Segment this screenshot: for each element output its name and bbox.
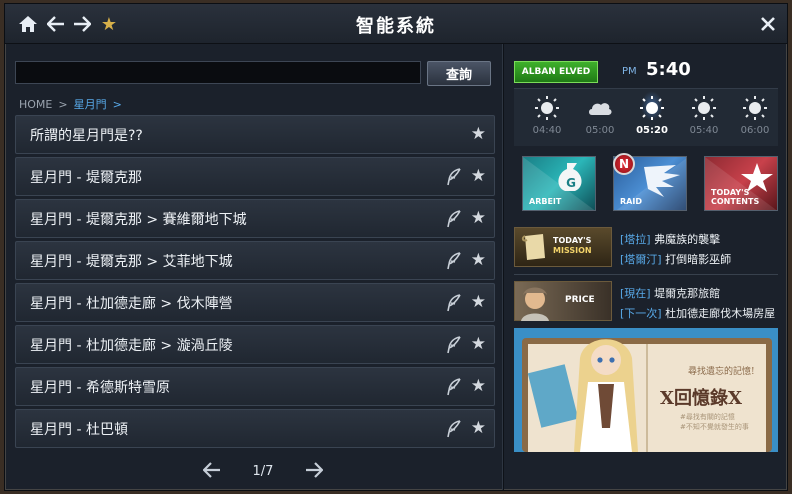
list-item-label: 星月門 - 堤爾克那 > 賽維爾地下城 <box>30 211 247 228</box>
mission-image-line2: MISSION <box>553 246 592 255</box>
price-row[interactable]: PRICE [現在] 堤爾克那旅館 [下一次] 杜加德走廊伐木場房屋 <box>514 281 778 323</box>
topic-list: 所謂的星月門是?? ★ 星月門 - 堤爾克那 ★ 星月門 - 堤爾克那 > 賽維… <box>15 115 495 451</box>
favorite-star-icon[interactable]: ★ <box>471 418 486 438</box>
weather-slot-current: 05:20 <box>627 91 677 136</box>
sun-icon <box>640 96 664 120</box>
mission-lines: [塔拉] 弗魔族的襲擊 [塔爾汀] 打倒暗影巫師 <box>620 233 732 266</box>
region-badge: ALBAN ELVED <box>514 61 598 83</box>
list-item-label: 所謂的星月門是?? <box>30 127 143 144</box>
price-image-label: PRICE <box>565 295 595 305</box>
banner-tagline: 尋找遺忘的記憶! <box>688 367 755 377</box>
list-item[interactable]: 所謂的星月門是?? ★ <box>15 115 495 154</box>
memoir-banner[interactable]: 尋找遺忘的記憶! X回憶錄X #尋找有關的記憶 #不知不覺就發生的事 <box>514 328 778 452</box>
weather-time: 05:20 <box>636 125 668 136</box>
page-indicator: 1/7 <box>252 463 274 479</box>
mission-image-line1: TODAY'S <box>553 236 592 245</box>
weather-slot: 05:00 <box>575 95 625 136</box>
search-input[interactable] <box>15 61 421 84</box>
list-item-label: 星月門 - 杜巴頓 <box>30 421 128 438</box>
arbeit-button[interactable]: G ARBEIT <box>522 156 596 211</box>
raid-new-badge: N <box>613 153 635 175</box>
merchant-portrait-icon <box>521 287 549 321</box>
breadcrumb-current[interactable]: 星月門 <box>74 96 107 112</box>
search-button[interactable]: 查詢 <box>427 61 491 86</box>
chevron-right-icon: > <box>112 97 122 111</box>
list-item[interactable]: 星月門 - 杜巴頓 ★ <box>15 409 495 448</box>
close-icon[interactable] <box>757 13 779 35</box>
arbeit-label: ARBEIT <box>529 197 562 206</box>
favorite-star-icon[interactable]: ★ <box>471 124 486 144</box>
list-item-label: 星月門 - 杜加德走廊 > 漩渦丘陵 <box>30 337 233 354</box>
sun-icon <box>743 96 767 120</box>
breadcrumb-home[interactable]: HOME <box>19 98 52 111</box>
sun-icon <box>535 96 559 120</box>
clock-ampm: PM <box>622 66 637 77</box>
titlebar: ★ 智能系統 <box>5 4 787 44</box>
feather-icon[interactable] <box>446 378 462 396</box>
raid-label: RAID <box>620 197 642 206</box>
banner-subtext: #尋找有關的記憶 #不知不覺就發生的事 <box>680 413 749 431</box>
list-item-label: 星月門 - 堤爾克那 > 艾菲地下城 <box>30 253 233 270</box>
list-item[interactable]: 星月門 - 堤爾克那 ★ <box>15 157 495 196</box>
chevron-right-icon: > <box>58 97 68 111</box>
list-item[interactable]: 星月門 - 杜加德走廊 > 漩渦丘陵 ★ <box>15 325 495 364</box>
favorite-star-icon[interactable]: ★ <box>471 334 486 354</box>
cloud-icon <box>589 103 612 115</box>
list-item-label: 星月門 - 堤爾克那 <box>30 169 142 186</box>
todays-contents-button[interactable]: TODAY'S CONTENTS <box>704 156 778 211</box>
list-item-label: 星月門 - 希德斯特雪原 <box>30 379 170 396</box>
favorite-star-icon[interactable]: ★ <box>471 250 486 270</box>
weather-slot: 05:40 <box>679 95 729 136</box>
price-lines: [現在] 堤爾克那旅館 [下一次] 杜加德走廊伐木場房屋 <box>620 287 776 320</box>
pane-divider <box>502 44 504 490</box>
scroll-icon <box>521 234 545 260</box>
list-item-label: 星月門 - 杜加德走廊 > 伐木陣營 <box>30 295 233 312</box>
smart-system-window: ★ 智能系統 查詢 HOME > 星月門 > 所謂的星月門是?? ★ 星月門 -… <box>4 3 788 491</box>
list-item[interactable]: 星月門 - 堤爾克那 > 賽維爾地下城 ★ <box>15 199 495 238</box>
feather-icon[interactable] <box>446 420 462 438</box>
feather-icon[interactable] <box>446 294 462 312</box>
todays-contents-label: TODAY'S CONTENTS <box>711 188 760 206</box>
next-page-icon[interactable] <box>305 459 324 483</box>
todays-mission-row[interactable]: TODAY'S MISSION [塔拉] 弗魔族的襲擊 [塔爾汀] 打倒暗影巫師 <box>514 227 778 269</box>
favorite-star-icon[interactable]: ★ <box>471 292 486 312</box>
favorite-star-icon[interactable]: ★ <box>471 376 486 396</box>
prev-page-icon[interactable] <box>202 459 221 483</box>
weather-slot: 04:40 <box>522 95 572 136</box>
feather-icon[interactable] <box>446 252 462 270</box>
price-merchant-image: PRICE <box>514 281 612 321</box>
banner-title: X回憶錄X <box>660 388 742 409</box>
weather-time: 05:40 <box>689 125 719 136</box>
feather-icon[interactable] <box>446 168 462 186</box>
list-item[interactable]: 星月門 - 希德斯特雪原 ★ <box>15 367 495 406</box>
list-item[interactable]: 星月門 - 杜加德走廊 > 伐木陣營 ★ <box>15 283 495 322</box>
breadcrumb: HOME > 星月門 > <box>19 96 122 112</box>
feather-icon[interactable] <box>446 210 462 228</box>
favorite-star-icon[interactable]: ★ <box>471 208 486 228</box>
weather-slot: 06:00 <box>730 95 780 136</box>
weather-forecast: 04:40 05:00 05:20 05:40 06:00 <box>514 88 778 146</box>
window-title: 智能系統 <box>356 16 436 37</box>
mission-image: TODAY'S MISSION <box>514 227 612 267</box>
favorite-star-icon[interactable]: ★ <box>471 166 486 186</box>
list-item[interactable]: 星月門 - 堤爾克那 > 艾菲地下城 ★ <box>15 241 495 280</box>
sun-icon <box>692 96 716 120</box>
svg-text:G: G <box>566 176 576 190</box>
pagination: 1/7 <box>202 459 324 483</box>
weather-time: 04:40 <box>532 125 562 136</box>
feather-icon[interactable] <box>446 336 462 354</box>
weather-time: 05:00 <box>585 125 615 136</box>
divider <box>514 274 778 275</box>
game-clock: 5:40 <box>646 59 691 80</box>
weather-time: 06:00 <box>740 125 770 136</box>
